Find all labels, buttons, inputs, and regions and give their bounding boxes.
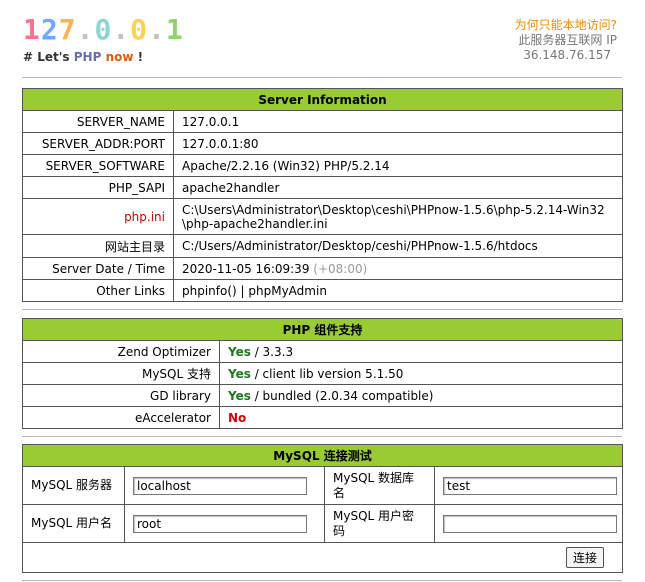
component-status: Yes / bundled (2.0.34 compatible) [219, 384, 623, 407]
connect-button[interactable]: 连接 [565, 547, 604, 568]
table-row: SERVER_ADDR:PORT 127.0.0.1:80 [22, 132, 624, 155]
component-name: MySQL 支持 [22, 362, 220, 385]
table-row: GD library Yes / bundled (2.0.34 compati… [22, 384, 623, 407]
why-local-only-link[interactable]: 为何只能本地访问? [477, 18, 617, 33]
row-key: SERVER_SOFTWARE [22, 154, 174, 177]
tagline-now: now [105, 50, 134, 64]
table-row: Other Links phpinfo() | phpMyAdmin [22, 279, 624, 302]
row-value: 127.0.0.1 [172, 110, 624, 133]
row-value: phpinfo() | phpMyAdmin [172, 279, 624, 302]
divider [22, 580, 622, 581]
row-value: 127.0.0.1:80 [172, 132, 624, 155]
table-row: Server Date / Time 2020-11-05 16:09:39 (… [22, 257, 624, 280]
mysql-db-input[interactable] [443, 476, 617, 495]
table-row: 连接 [22, 542, 623, 573]
logo-char: . [112, 13, 131, 46]
tagline-suffix: ! [133, 50, 144, 64]
status-yes: Yes [228, 366, 251, 381]
logo-char: . [148, 13, 166, 46]
mysql-host-label: MySQL 服务器 [22, 466, 125, 505]
mysql-password-input[interactable] [443, 514, 617, 533]
table-row: MySQL 服务器 MySQL 数据库名 [22, 466, 623, 505]
component-name: Zend Optimizer [22, 340, 220, 363]
logo: 127.0.0.1 [23, 10, 184, 50]
phpmyadmin-link[interactable]: phpMyAdmin [248, 284, 327, 298]
table-row: php.ini C:\Users\Administrator\Desktop\c… [22, 198, 624, 235]
logo-char: 2 [40, 13, 59, 46]
row-value: Apache/2.2.16 (Win32) PHP/5.2.14 [172, 154, 624, 177]
php-components-table: PHP 组件支持 Zend Optimizer Yes / 3.3.3 MySQ… [22, 318, 623, 429]
components-title: PHP 组件支持 [22, 318, 623, 341]
logo-char: 1 [165, 13, 184, 46]
server-ip-panel: 为何只能本地访问? 此服务器互联网 IP 36.148.76.157 [477, 18, 617, 63]
table-row: eAccelerator No [22, 406, 623, 429]
php-ini-key: php.ini [22, 198, 174, 235]
table-row: 网站主目录 C:/Users/Administrator/Desktop/ces… [22, 234, 624, 258]
link-separator: | [236, 283, 249, 298]
mysql-pass-label: MySQL 用户密码 [324, 504, 435, 543]
status-no: No [228, 410, 247, 425]
logo-char: 1 [23, 13, 41, 46]
divider [22, 309, 622, 310]
divider [22, 436, 622, 437]
mysql-db-cell [434, 466, 623, 505]
timezone: (+08:00) [313, 261, 368, 276]
component-detail: / client lib version 5.1.50 [250, 366, 404, 381]
row-key: SERVER_NAME [22, 110, 174, 133]
component-status: Yes / client lib version 5.1.50 [219, 362, 623, 385]
server-info-table: Server Information SERVER_NAME 127.0.0.1… [21, 88, 624, 302]
mysql-host-input[interactable] [133, 476, 307, 495]
mysql-host-cell [124, 466, 325, 505]
logo-char: 0 [130, 13, 149, 46]
row-key: Server Date / Time [22, 257, 174, 280]
mysql-user-label: MySQL 用户名 [22, 504, 125, 543]
component-status: Yes / 3.3.3 [219, 340, 623, 363]
row-value: 2020-11-05 16:09:39 (+08:00) [172, 257, 624, 280]
tagline-prefix: # Let's [23, 50, 74, 64]
row-key: Other Links [22, 279, 174, 302]
row-key: PHP_SAPI [22, 176, 174, 199]
mysql-user-input[interactable] [133, 514, 307, 533]
mysql-db-label: MySQL 数据库名 [324, 466, 435, 505]
mysql-user-cell [124, 504, 325, 543]
tagline-php: PHP [73, 50, 102, 64]
component-detail: / bundled (2.0.34 compatible) [250, 388, 434, 403]
table-row: MySQL 用户名 MySQL 用户密码 [22, 504, 623, 543]
component-name: eAccelerator [22, 406, 220, 429]
row-key: SERVER_ADDR:PORT [22, 132, 174, 155]
mysql-pass-cell [434, 504, 623, 543]
tagline: # Let's PHP now ! [23, 50, 143, 64]
mysql-test-table: MySQL 连接测试 MySQL 服务器 MySQL 数据库名 MySQL 用户… [22, 444, 623, 573]
component-status: No [219, 406, 623, 429]
logo-char: . [76, 13, 95, 46]
status-yes: Yes [228, 344, 251, 359]
logo-char: 0 [94, 13, 113, 46]
table-row: MySQL 支持 Yes / client lib version 5.1.50 [22, 362, 623, 385]
phpinfo-link[interactable]: phpinfo() [182, 284, 237, 298]
mysql-title: MySQL 连接测试 [22, 444, 623, 467]
row-key: 网站主目录 [22, 234, 174, 258]
component-detail: / 3.3.3 [250, 344, 294, 359]
component-name: GD library [22, 384, 220, 407]
row-value: C:/Users/Administrator/Desktop/ceshi/PHP… [172, 234, 624, 258]
table-row: PHP_SAPI apache2handler [22, 176, 624, 199]
status-yes: Yes [228, 388, 251, 403]
table-row: SERVER_NAME 127.0.0.1 [22, 110, 624, 133]
table-row: Zend Optimizer Yes / 3.3.3 [22, 340, 623, 363]
server-ip-label: 此服务器互联网 IP [518, 33, 617, 47]
php-ini-value: C:\Users\Administrator\Desktop\ceshi\PHP… [172, 198, 624, 235]
server-ip-value: 36.148.76.157 [523, 48, 611, 62]
row-value: apache2handler [172, 176, 624, 199]
divider [22, 77, 622, 78]
table-row: SERVER_SOFTWARE Apache/2.2.16 (Win32) PH… [22, 154, 624, 177]
server-datetime: 2020-11-05 16:09:39 [182, 261, 310, 276]
server-info-title: Server Information [21, 88, 624, 111]
connect-cell: 连接 [22, 542, 623, 573]
logo-char: 7 [58, 13, 77, 46]
